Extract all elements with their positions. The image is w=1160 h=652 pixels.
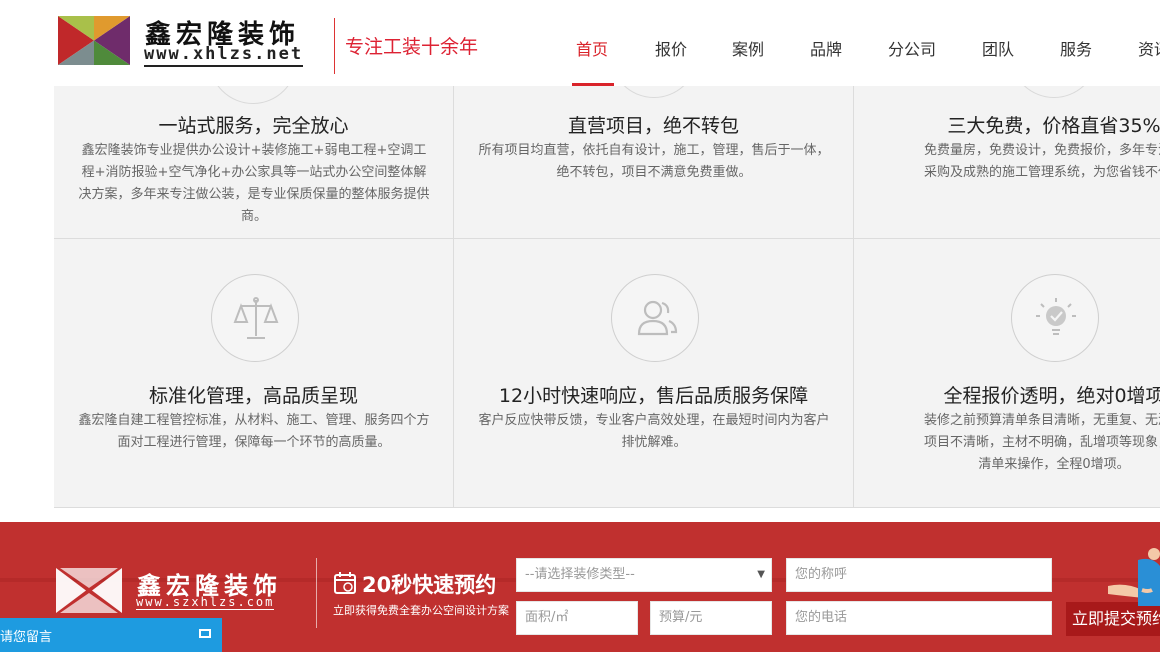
phone-input[interactable]: 您的电话 xyxy=(786,601,1052,635)
feature-title: 直营项目，绝不转包 xyxy=(567,115,739,137)
feature-title: 三大免费，价格直省35% xyxy=(947,115,1160,137)
quick-booking-subtitle: 立即获得免费全套办公空间设计方案 xyxy=(333,604,509,617)
feature-card: 一站式服务，完全放心 鑫宏隆装饰专业提供办公设计+装修施工+弱电工程+空调工程+… xyxy=(54,86,454,239)
lightbulb-icon-circle xyxy=(1011,274,1099,362)
feature-desc: 鑫宏隆装饰专业提供办公设计+装修施工+弱电工程+空调工程+消防报验+空气净化+办… xyxy=(78,143,430,224)
feature-title: 全程报价透明，绝对0增项 xyxy=(943,385,1160,407)
footer-brand-url: www.szxhlzs.com xyxy=(136,595,275,610)
feature-desc: 鑫宏隆自建工程管控标准，从材料、施工、管理、服务四个方面对工程进行管理，保障每一… xyxy=(78,413,430,450)
feature-title: 12小时快速响应，售后品质服务保障 xyxy=(498,385,809,407)
feature-card: 12小时快速响应，售后品质服务保障 客户反应快带反馈，专业客户高效处理，在最短时… xyxy=(454,239,854,508)
submit-booking-button[interactable]: 立即提交预约 xyxy=(1066,602,1160,636)
scale-icon xyxy=(233,297,279,339)
nav-item-team[interactable]: 团队 xyxy=(982,36,1014,60)
select-value: --请选择装修类型-- xyxy=(525,567,635,582)
features-grid: 一站式服务，完全放心 鑫宏隆装饰专业提供办公设计+装修施工+弱电工程+空调工程+… xyxy=(54,86,1160,508)
chat-widget[interactable]: 请您留言 xyxy=(0,618,222,652)
nav-item-news[interactable]: 资讯 xyxy=(1138,36,1160,60)
icon-circle-partial xyxy=(610,86,698,98)
feature-title: 一站式服务，完全放心 xyxy=(158,115,349,137)
name-input[interactable]: 您的称呼 xyxy=(786,558,1052,592)
nav-item-quote[interactable]: 报价 xyxy=(655,36,687,60)
lightbulb-icon xyxy=(1036,298,1076,335)
quick-booking-title: 20秒快速预约 xyxy=(362,573,497,597)
feature-card: 标准化管理，高品质呈现 鑫宏隆自建工程管控标准，从材料、施工、管理、服务四个方面… xyxy=(54,239,454,508)
users-icon xyxy=(637,300,678,336)
feature-card: 直营项目，绝不转包 所有项目均直营，依托自有设计，施工，管理，售后于一体，绝不转… xyxy=(454,86,854,239)
icon-circle-partial xyxy=(209,86,297,104)
decoration-type-select[interactable]: --请选择装修类型-- ▼ xyxy=(516,558,772,592)
scale-icon-circle xyxy=(211,274,299,362)
feature-desc: 所有项目均直营，依托自有设计，施工，管理，售后于一体，绝不转包，项目不满意免费重… xyxy=(478,143,830,180)
chevron-down-icon: ▼ xyxy=(757,569,765,580)
icon-circle-partial xyxy=(1010,86,1098,98)
main-nav: 首页 报价 案例 品牌 分公司 团队 服务 资讯 xyxy=(0,36,1160,86)
feature-title: 标准化管理，高品质呈现 xyxy=(148,385,358,407)
feature-card: 三大免费，价格直省35% 免费量房，免费设计，免费报价，多年专注公 采购及成熟的… xyxy=(854,86,1160,239)
nav-item-branches[interactable]: 分公司 xyxy=(888,36,936,60)
feature-card: 全程报价透明，绝对0增项 装修之前预算清单条目清晰，无重复、无漏项 项目不清晰，… xyxy=(854,239,1160,508)
area-input[interactable]: 面积/㎡ xyxy=(516,601,638,635)
feature-desc: 免费量房，免费设计，免费报价，多年专注公 采购及成熟的施工管理系统，为您省钱不仅… xyxy=(923,143,1160,180)
chat-label: 请您留言 xyxy=(0,630,53,645)
feature-desc: 客户反应快带反馈，专业客户高效处理，在最短时间内为客户排忧解难。 xyxy=(478,413,830,450)
nav-item-brand[interactable]: 品牌 xyxy=(810,36,842,60)
footer-divider xyxy=(316,558,317,628)
nav-item-cases[interactable]: 案例 xyxy=(732,36,764,60)
footer-logo-icon xyxy=(56,568,122,613)
maximize-icon[interactable] xyxy=(199,629,211,638)
nav-item-home[interactable]: 首页 xyxy=(576,36,608,60)
feature-desc: 装修之前预算清单条目清晰，无重复、无漏项 项目不清晰，主材不明确，乱增项等现象，… xyxy=(923,413,1160,472)
site-header: 鑫宏隆装饰 www.xhlzs.net 专注工装十余年 首页 报价 案例 品牌 … xyxy=(0,0,1160,86)
budget-input[interactable]: 预算/元 xyxy=(650,601,772,635)
users-icon-circle xyxy=(611,274,699,362)
calendar-icon xyxy=(334,572,356,594)
person-illustration xyxy=(1108,548,1160,606)
nav-item-service[interactable]: 服务 xyxy=(1060,36,1092,60)
